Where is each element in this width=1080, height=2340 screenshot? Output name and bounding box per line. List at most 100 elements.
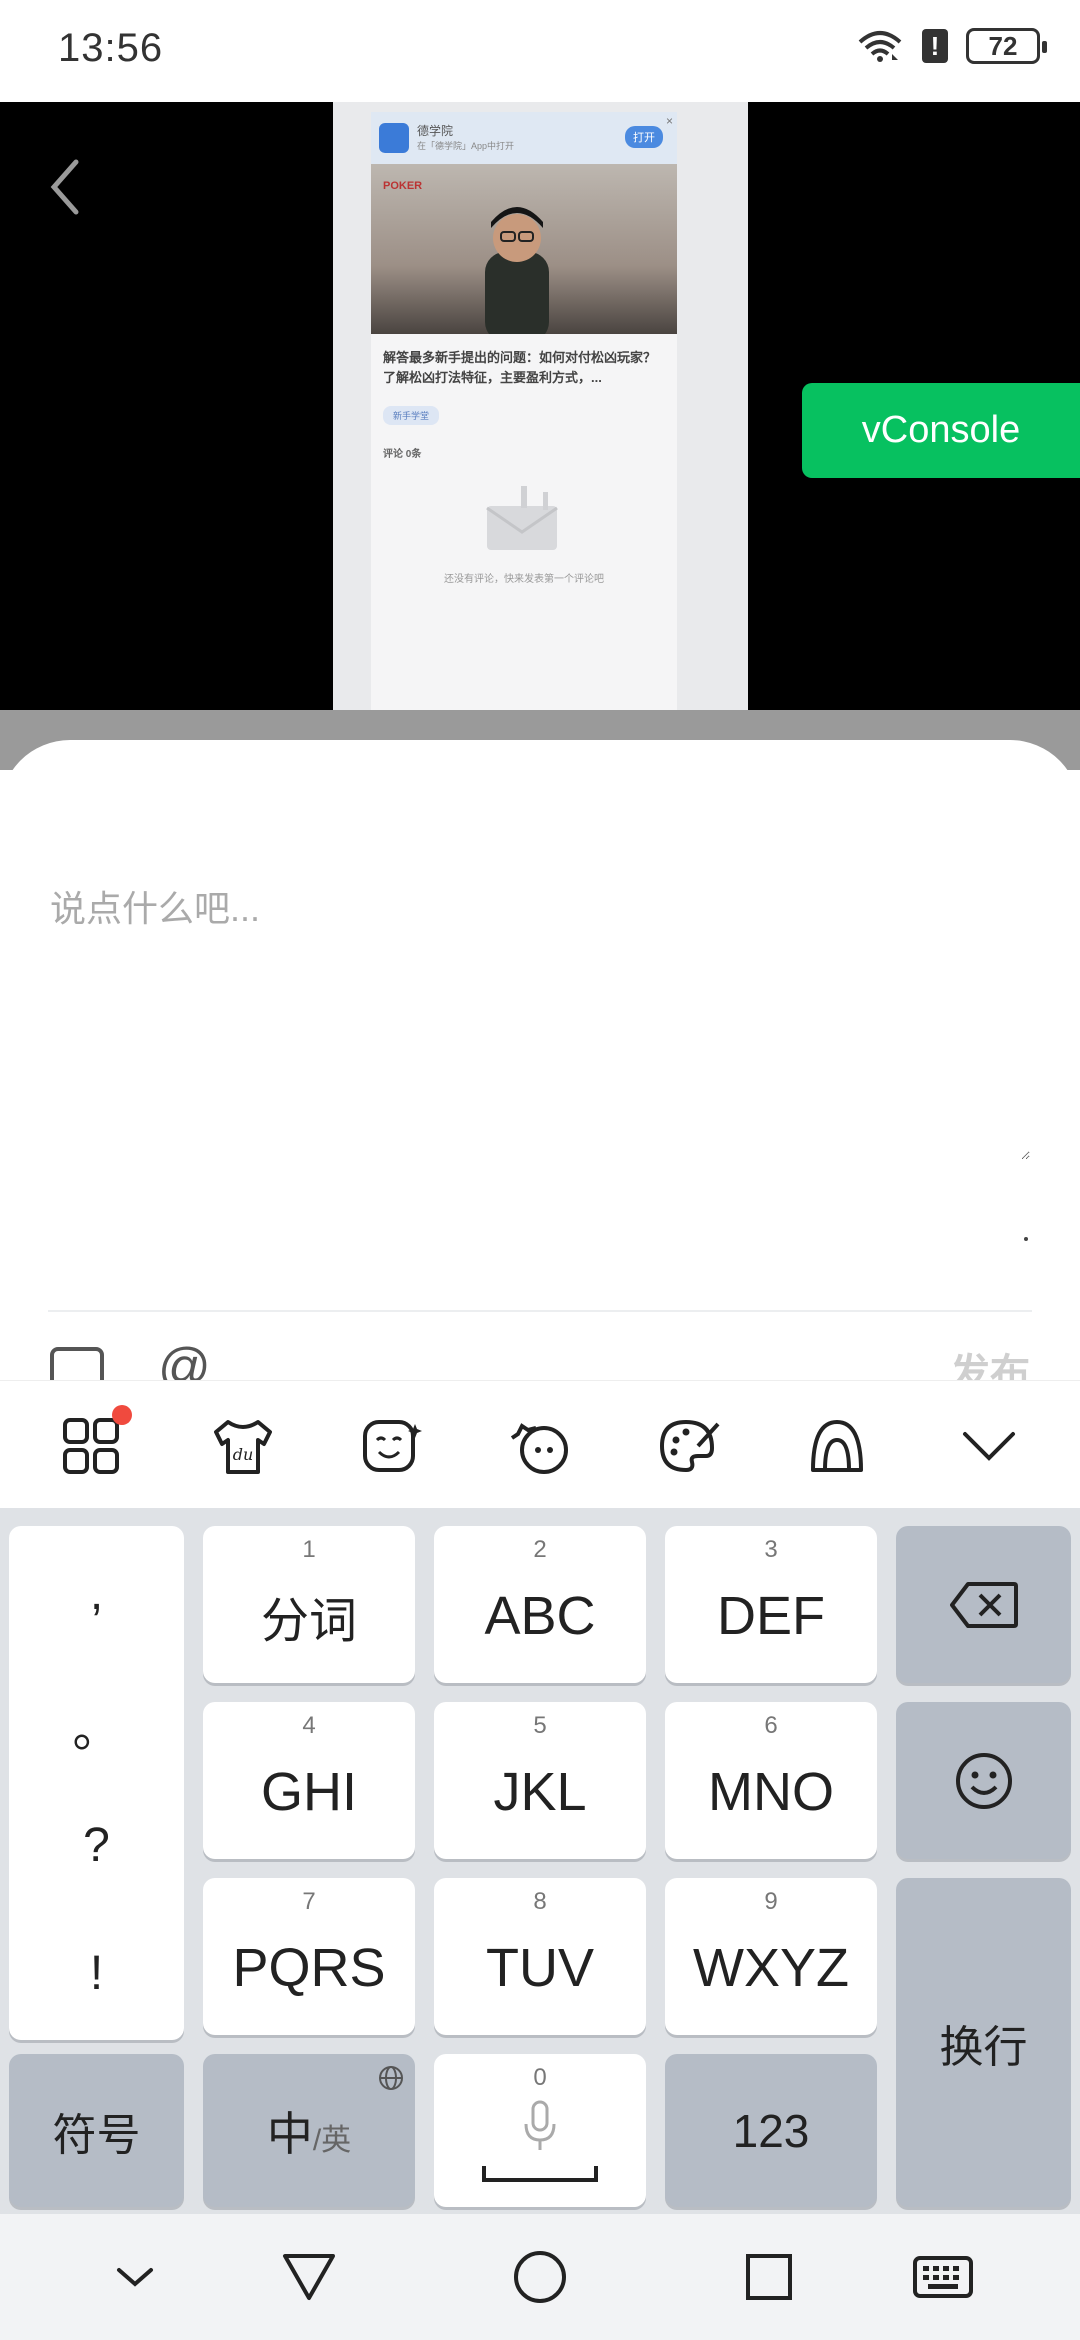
punct-period[interactable]: 。 (9, 1690, 184, 1760)
key-2-abc[interactable]: 2 ABC (434, 1526, 646, 1683)
publish-button[interactable]: 发布 (950, 1345, 1030, 1385)
back-icon[interactable] (40, 142, 90, 232)
language-label: 中 /英 (267, 2098, 351, 2164)
banner-open-button[interactable]: 打开 (625, 126, 663, 148)
comment-input[interactable] (50, 880, 1030, 1160)
banner-subtitle: 在「德学院」App中打开 (417, 141, 515, 152)
mention-button[interactable]: @ (158, 1345, 211, 1385)
key-1-fenci[interactable]: 1 分词 (203, 1526, 415, 1683)
numbers-key[interactable]: 123 (665, 2054, 877, 2207)
key-8-tuv[interactable]: 8 TUV (434, 1878, 646, 2035)
brand-logo: POKER (383, 180, 423, 192)
status-icons: ! 72 (856, 28, 1047, 64)
globe-icon (379, 2066, 403, 2090)
symbols-key[interactable]: 符号 (9, 2054, 184, 2207)
key-7-pqrs[interactable]: 7 PQRS (203, 1878, 415, 2035)
enter-key[interactable]: 换行 (896, 1878, 1071, 2207)
preview-card: 德学院 在「德学院」App中打开 打开 × POKER 解答最多新手提出的问题：… (371, 112, 677, 710)
comment-sheet: @ 发布 (0, 740, 1080, 1385)
video-area[interactable]: 德学院 在「德学院」App中打开 打开 × POKER 解答最多新手提出的问题：… (0, 102, 1080, 710)
alert-icon: ! (922, 29, 948, 63)
backspace-key[interactable] (896, 1526, 1071, 1683)
video-headline: 解答最多新手提出的问题：如何对付松凶玩家？了解松凶打法特征，主要盈利方式，... (383, 350, 657, 386)
vconsole-button[interactable]: vConsole (802, 383, 1080, 478)
lang-alt: /英 (312, 2123, 352, 2157)
key-9-wxyz[interactable]: 9 WXYZ (665, 1878, 877, 2035)
empty-envelope-icon (486, 486, 558, 550)
keyboard-toolbar: du (0, 1380, 1080, 1508)
key-3-def[interactable]: 3 DEF (665, 1526, 877, 1683)
language-switch-key[interactable]: 中 /英 (203, 2054, 415, 2207)
key-number: 9 (764, 1888, 778, 1915)
key-4-ghi[interactable]: 4 GHI (203, 1702, 415, 1859)
key-number: 8 (533, 1888, 547, 1915)
home-circle-icon[interactable] (507, 2244, 573, 2310)
sticker-icon[interactable] (504, 1411, 574, 1481)
backspace-icon (949, 1581, 1018, 1628)
app-open-banner[interactable]: 德学院 在「德学院」App中打开 打开 × (371, 112, 677, 164)
recents-square-icon[interactable] (736, 2244, 802, 2310)
svg-text:du: du (233, 1445, 254, 1464)
text-cursor-mark (1024, 1237, 1028, 1241)
symbols-label: 符号 (52, 2110, 141, 2160)
du-shirt-icon[interactable]: du (208, 1411, 278, 1481)
wifi-icon (858, 31, 902, 62)
emoji-face-icon[interactable] (356, 1411, 426, 1481)
emoji-key[interactable] (896, 1702, 1071, 1859)
apps-grid-icon[interactable] (56, 1405, 132, 1481)
notification-dot (112, 1405, 132, 1425)
lang-main: 中 (266, 2107, 313, 2160)
key-number: 7 (302, 1888, 316, 1915)
key-label: TUV (486, 1937, 594, 1998)
key-number: 4 (302, 1712, 316, 1739)
key-6-mno[interactable]: 6 MNO (665, 1702, 877, 1859)
key-5-jkl[interactable]: 5 JKL (434, 1702, 646, 1859)
navigation-bar (0, 2214, 1080, 2340)
presenter-image (485, 207, 549, 334)
key-label: WXYZ (693, 1937, 849, 1998)
key-label: JKL (493, 1761, 587, 1822)
space-bar-icon (482, 2166, 598, 2182)
chevron-down-icon[interactable] (954, 1411, 1024, 1481)
key-label: DEF (717, 1585, 825, 1646)
battery-indicator: 72 (966, 28, 1047, 64)
empty-comments-text: 还没有评论，快来发表第一个评论吧 (444, 574, 604, 585)
key-number: 5 (533, 1712, 547, 1739)
keyboard-icon[interactable] (910, 2244, 976, 2310)
punct-exclaim[interactable]: ! (9, 1946, 184, 2001)
punct-comma[interactable]: , (9, 1566, 184, 1621)
key-number: 0 (533, 2064, 547, 2091)
key-number: 1 (302, 1536, 316, 1563)
video-preview: 德学院 在「德学院」App中打开 打开 × POKER 解答最多新手提出的问题：… (333, 102, 748, 710)
key-number: 6 (764, 1712, 778, 1739)
t9-keyboard: , 。 ? ! 1 分词 2 ABC 3 DEF 4 GHI 5 JKL 6 M… (0, 1508, 1080, 2214)
enter-label: 换行 (939, 2022, 1028, 2072)
microphone-icon (524, 2100, 556, 2150)
key-label: PQRS (232, 1937, 386, 1998)
status-bar: 13:56 ! 72 (0, 0, 1080, 102)
key-label: 分词 (260, 1594, 357, 1648)
comment-tools: @ 发布 (48, 1345, 1032, 1385)
hide-keyboard-icon[interactable] (102, 2244, 168, 2310)
smiley-icon (955, 1752, 1012, 1809)
punctuation-column[interactable]: , 。 ? ! (9, 1526, 184, 2040)
space-key[interactable]: 0 (434, 2054, 646, 2207)
gesture-icon[interactable] (802, 1411, 872, 1481)
back-triangle-icon[interactable] (276, 2244, 342, 2310)
close-icon[interactable]: × (666, 114, 673, 128)
punct-question[interactable]: ? (9, 1818, 184, 1873)
comment-count: 评论 0条 (383, 449, 422, 461)
topic-tag[interactable]: 新手学堂 (383, 406, 440, 426)
key-number: 2 (533, 1536, 547, 1563)
divider (48, 1310, 1032, 1312)
status-time: 13:56 (58, 26, 164, 70)
app-logo-icon (379, 123, 409, 153)
key-label: MNO (708, 1761, 834, 1822)
numbers-label: 123 (732, 2104, 810, 2157)
key-number: 3 (764, 1536, 778, 1563)
video-thumbnail: POKER (371, 164, 677, 334)
key-label: GHI (260, 1761, 357, 1822)
key-label: ABC (484, 1585, 596, 1646)
banner-title: 德学院 (417, 123, 454, 138)
palette-icon[interactable] (654, 1411, 724, 1481)
